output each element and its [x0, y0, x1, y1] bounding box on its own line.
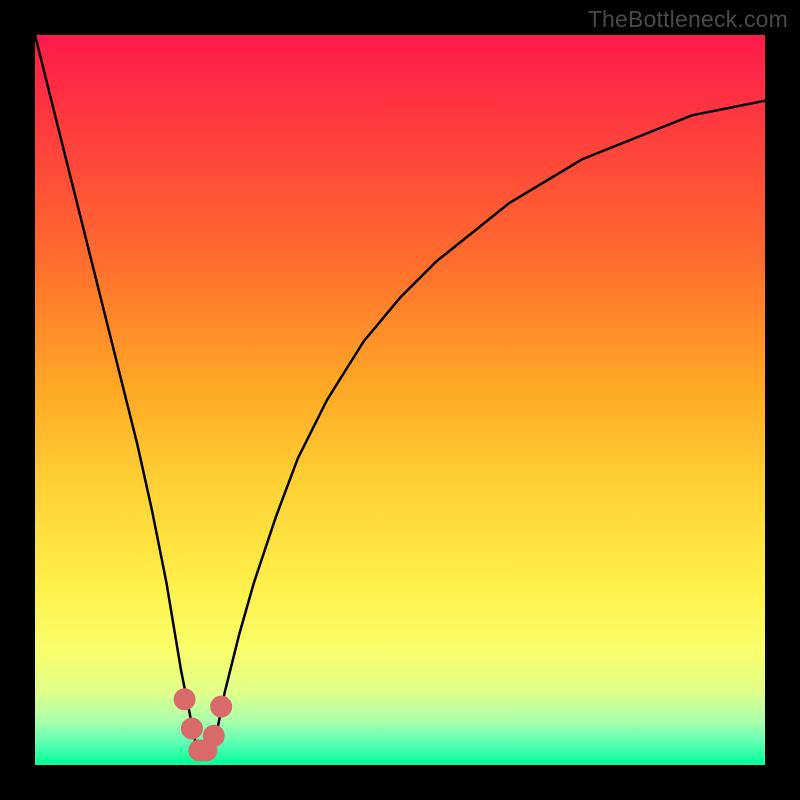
- optimum-marker: [210, 696, 232, 718]
- optimum-marker: [203, 725, 225, 747]
- chart-frame: TheBottleneck.com: [0, 0, 800, 800]
- plot-area: [35, 35, 765, 765]
- bottleneck-curve: [35, 35, 765, 765]
- watermark-text: TheBottleneck.com: [588, 6, 788, 33]
- optimum-marker: [174, 688, 196, 710]
- optimum-marker: [181, 718, 203, 740]
- optimum-markers: [174, 688, 233, 761]
